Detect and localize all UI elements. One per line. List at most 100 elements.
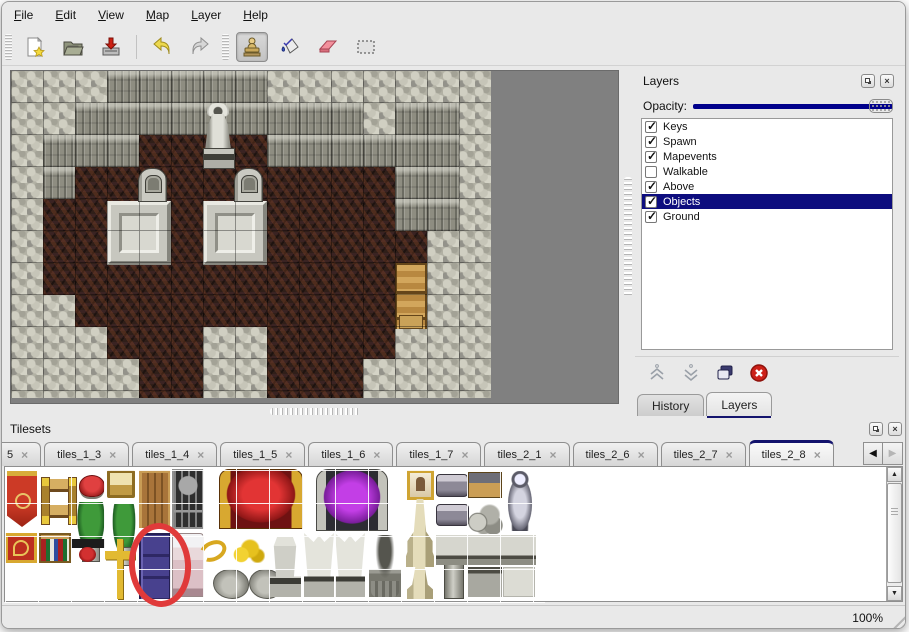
menu-edit[interactable]: Edit	[55, 8, 76, 22]
map-tile-rock-ground[interactable]	[75, 391, 107, 398]
tile-chest-metal[interactable]	[436, 474, 468, 497]
map-tile-cave-floor[interactable]	[43, 263, 75, 295]
map-tile-rock-ground[interactable]	[203, 391, 235, 398]
map-tile-rock-ground[interactable]	[427, 231, 459, 263]
map-tile-rock-ground[interactable]	[459, 391, 491, 398]
layer-checkbox[interactable]: ✓	[645, 211, 657, 223]
map-tile-cave-floor[interactable]	[139, 263, 171, 295]
map-tile-rock-ground[interactable]	[75, 327, 107, 359]
tile-press[interactable]	[71, 539, 105, 565]
tile-iron-gate[interactable]	[172, 469, 204, 529]
map-tile-rock-ground[interactable]	[459, 327, 491, 359]
map-tile-rock-ground[interactable]	[11, 359, 43, 391]
scroll-tabs-left-button[interactable]: ◀	[863, 442, 883, 465]
map-tile-rock-ground[interactable]	[363, 71, 395, 103]
map-tile-cliff-wall[interactable]	[395, 135, 427, 167]
map-tile-rock-ground[interactable]	[107, 359, 139, 391]
map-tile-rock-ground[interactable]	[11, 71, 43, 103]
tab-close-icon[interactable]: ×	[461, 448, 468, 462]
scrollbar-down-button[interactable]: ▼	[887, 586, 902, 601]
new-file-button[interactable]	[19, 32, 51, 62]
map-tile-cave-floor[interactable]	[299, 167, 331, 199]
map-tile-cave-floor[interactable]	[299, 199, 331, 231]
map-tile-cliff-wall[interactable]	[171, 71, 203, 103]
map-tile-cave-floor[interactable]	[331, 359, 363, 391]
delete-layer-button[interactable]	[747, 361, 771, 385]
map-tile-cave-floor[interactable]	[75, 295, 107, 327]
menu-map[interactable]: Map	[146, 8, 169, 22]
tile-block-light[interactable]	[503, 567, 535, 597]
tile-portrait[interactable]	[407, 470, 434, 500]
tile-pillar[interactable]	[444, 564, 464, 599]
tileset-tab-tiles_1_4[interactable]: tiles_1_4×	[132, 442, 217, 466]
map-tile-cave-floor[interactable]	[75, 199, 107, 231]
map-tile-rock-ground[interactable]	[331, 71, 363, 103]
eraser-tool-button[interactable]	[312, 32, 344, 62]
map-tile-cave-floor[interactable]	[363, 327, 395, 359]
resize-grip[interactable]	[890, 613, 905, 628]
map-tile-cave-floor[interactable]	[267, 199, 299, 231]
map-tile-cave-floor[interactable]	[43, 199, 75, 231]
tile-gargoyle[interactable]	[369, 535, 401, 597]
map-object-tombstone[interactable]	[234, 168, 263, 202]
tile-angel[interactable]	[304, 533, 334, 597]
map-tile-cave-floor[interactable]	[299, 263, 331, 295]
map-tile-cave-floor[interactable]	[75, 167, 107, 199]
map-tile-cliff-wall[interactable]	[107, 135, 139, 167]
map-tile-cliff-wall[interactable]	[203, 71, 235, 103]
tab-close-icon[interactable]: ×	[373, 448, 380, 462]
tab-close-icon[interactable]: ×	[550, 448, 557, 462]
map-tile-rock-ground[interactable]	[11, 263, 43, 295]
tile-shelf-metal[interactable]	[468, 472, 502, 498]
redo-button[interactable]	[184, 32, 216, 62]
tile-books[interactable]	[39, 533, 71, 563]
map-tile-rock-ground[interactable]	[459, 263, 491, 295]
tab-close-icon[interactable]: ×	[109, 448, 116, 462]
map-tile-cliff-wall[interactable]	[299, 135, 331, 167]
menu-layer[interactable]: Layer	[191, 8, 221, 22]
tile-knight[interactable]	[505, 471, 535, 531]
map-tile-rock-ground[interactable]	[427, 71, 459, 103]
map-tile-cliff-wall[interactable]	[363, 135, 395, 167]
tile-obelisk[interactable]	[406, 499, 434, 567]
layer-checkbox[interactable]	[645, 166, 657, 178]
map-tile-rock-ground[interactable]	[11, 327, 43, 359]
map-tile-rock-ground[interactable]	[363, 359, 395, 391]
toolbar-grip[interactable]	[222, 34, 229, 60]
toolbar-grip[interactable]	[5, 34, 12, 60]
map-object-statue[interactable]	[203, 103, 233, 169]
map-tile-cliff-wall[interactable]	[395, 103, 427, 135]
opacity-slider-handle[interactable]	[869, 99, 893, 113]
map-tile-rock-ground[interactable]	[43, 103, 75, 135]
tileset-tab-tiles_2_6[interactable]: tiles_2_6×	[573, 442, 658, 466]
map-tile-cave-floor[interactable]	[299, 295, 331, 327]
vertical-splitter[interactable]	[621, 70, 635, 404]
tab-close-icon[interactable]: ×	[638, 448, 645, 462]
map-tile-cliff-wall[interactable]	[75, 103, 107, 135]
tile-throne-purple[interactable]	[316, 469, 388, 531]
tileset-tab-5[interactable]: 5×	[1, 442, 41, 466]
map-tile-cave-floor[interactable]	[75, 231, 107, 263]
map-tile-cliff-wall[interactable]	[75, 135, 107, 167]
map-tile-cave-floor[interactable]	[267, 327, 299, 359]
tile-banner-red[interactable]	[7, 471, 37, 527]
dock-tab-layers[interactable]: Layers	[706, 392, 772, 416]
map-tile-cave-floor[interactable]	[107, 263, 139, 295]
map-tile-rock-ground[interactable]	[459, 231, 491, 263]
map-tile-cave-floor[interactable]	[43, 231, 75, 263]
layer-row-keys[interactable]: ✓Keys	[642, 119, 892, 134]
map-tile-cave-floor[interactable]	[107, 295, 139, 327]
map-tile-rock-ground[interactable]	[459, 199, 491, 231]
map-tile-cliff-wall[interactable]	[267, 103, 299, 135]
map-tile-cave-floor[interactable]	[363, 263, 395, 295]
map-tile-cliff-wall[interactable]	[139, 103, 171, 135]
map-tile-cave-floor[interactable]	[235, 135, 267, 167]
map-tile-cave-floor[interactable]	[299, 327, 331, 359]
tileset-tab-tiles_2_7[interactable]: tiles_2_7×	[661, 442, 746, 466]
raise-layer-button[interactable]	[645, 361, 669, 385]
map-tile-cave-floor[interactable]	[171, 263, 203, 295]
map-tile-rock-ground[interactable]	[427, 359, 459, 391]
dock-tab-history[interactable]: History	[637, 394, 704, 416]
scroll-tabs-right-button[interactable]: ▶	[883, 442, 903, 465]
map-tile-cliff-wall[interactable]	[139, 71, 171, 103]
